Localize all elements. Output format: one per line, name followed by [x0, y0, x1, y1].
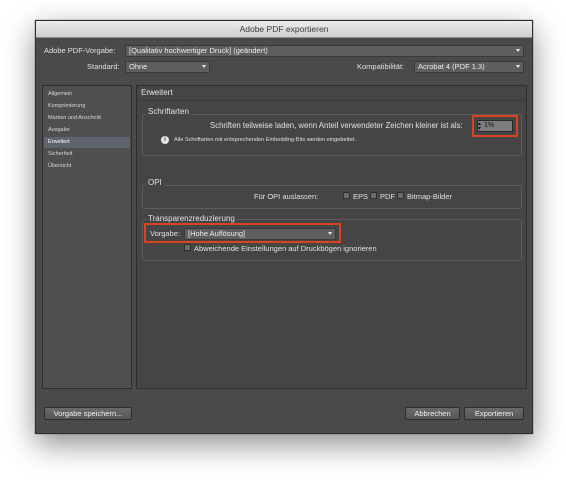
sidebar-item-uebersicht[interactable]: Übersicht: [44, 161, 130, 172]
window-title: Adobe PDF exportieren: [36, 21, 532, 38]
preset-dropdown[interactable]: [Qualitativ hochwertiger Druck] (geänder…: [125, 45, 524, 57]
export-dialog: Adobe PDF exportieren Adobe PDF-Vorgabe:…: [35, 20, 533, 434]
ignore-label: Abweichende Einstellungen auf Druckbögen…: [194, 244, 377, 253]
save-preset-button[interactable]: Vorgabe speichern...: [44, 407, 132, 420]
standard-dropdown[interactable]: Ohne: [125, 61, 210, 73]
bitmap-checkbox[interactable]: [397, 192, 404, 199]
chevron-down-icon: [516, 65, 520, 68]
pdf-checkbox[interactable]: [370, 192, 377, 199]
sidebar-item-erweitert[interactable]: Erweitert: [44, 137, 130, 148]
sidebar-item-marken[interactable]: Marken und Anschnitt: [44, 113, 130, 124]
preset-label: Adobe PDF-Vorgabe:: [44, 46, 116, 55]
chevron-down-icon: [516, 49, 520, 52]
sidebar-item-komprimierung[interactable]: Komprimierung: [44, 101, 130, 112]
main-panel: Erweitert Schriftarten Schriften teilwei…: [136, 85, 527, 389]
chevron-down-icon: [202, 65, 206, 68]
highlight-box: [144, 223, 341, 243]
ignore-checkbox[interactable]: [184, 244, 191, 251]
eps-checkbox[interactable]: [343, 192, 350, 199]
page-title: Erweitert: [141, 88, 173, 97]
standard-label: Standard:: [87, 62, 120, 71]
divider: [137, 100, 526, 101]
preset-value: [Qualitativ hochwertiger Druck] (geänder…: [129, 46, 268, 55]
sidebar-item-ausgabe[interactable]: Ausgabe: [44, 125, 130, 136]
compat-dropdown[interactable]: Acrobat 4 (PDF 1.3): [414, 61, 524, 73]
info-icon: i: [161, 136, 169, 144]
fonts-group-label: Schriftarten: [146, 107, 191, 116]
pdf-label: PDF: [380, 192, 395, 201]
opi-omit-label: Für OPI auslassen:: [254, 192, 319, 201]
cancel-button[interactable]: Abbrechen: [405, 407, 460, 420]
compat-label: Kompatibilität:: [357, 62, 405, 71]
eps-label: EPS: [353, 192, 369, 201]
sidebar-item-allgemein[interactable]: Allgemein: [44, 89, 130, 100]
bitmap-label: Bitmap-Bilder: [407, 192, 453, 201]
export-button[interactable]: Exportieren: [464, 407, 524, 420]
sidebar: Allgemein Komprimierung Marken und Ansch…: [42, 85, 132, 389]
opi-group-label: OPI: [146, 178, 164, 187]
standard-value: Ohne: [129, 62, 148, 71]
sidebar-item-sicherheit[interactable]: Sicherheit: [44, 149, 130, 160]
highlight-box: [472, 115, 518, 137]
info-text: Alle Schriftarten mit entsprechenden Emb…: [174, 137, 356, 143]
opi-group: [142, 185, 522, 209]
subset-text: Schriften teilweise laden, wenn Anteil v…: [210, 121, 463, 130]
transparency-group-label: Transparenzreduzierung: [146, 214, 237, 223]
compat-value: Acrobat 4 (PDF 1.3): [418, 62, 485, 71]
